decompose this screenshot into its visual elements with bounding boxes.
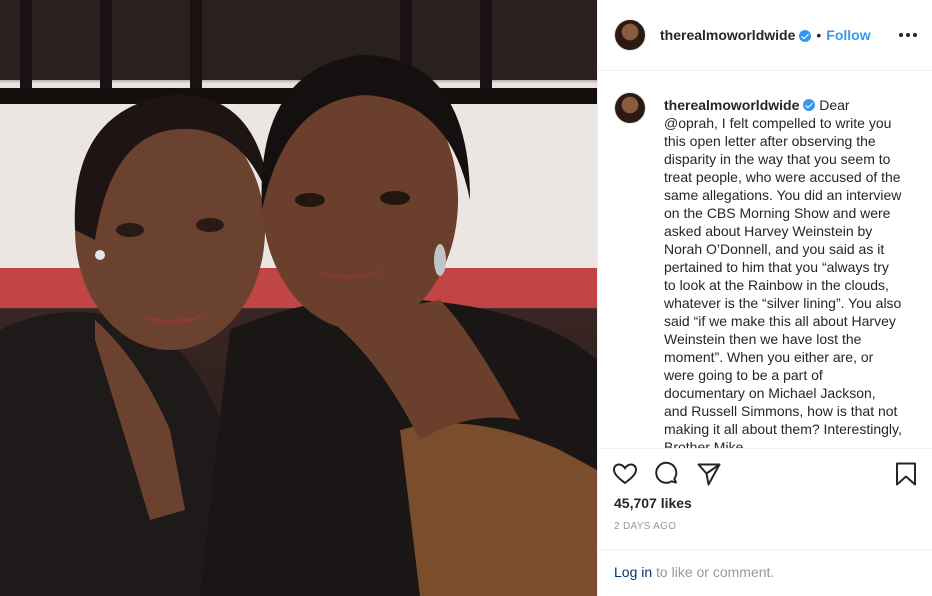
verified-badge-icon <box>799 30 812 42</box>
more-options-icon[interactable] <box>899 26 917 44</box>
separator-dot: • <box>816 27 822 43</box>
avatar[interactable] <box>614 19 646 51</box>
post-photo[interactable] <box>0 0 597 596</box>
more-dot <box>906 33 910 37</box>
heart-icon[interactable] <box>612 461 638 487</box>
bookmark-icon[interactable] <box>893 461 919 487</box>
caption: therealmoworldwide Dear @oprah, I felt c… <box>664 96 902 448</box>
post-actions: 45,707 likes 2 DAYS AGO Log in to like o… <box>598 448 932 596</box>
post-side-panel: therealmoworldwide • Follow therealmowor… <box>597 0 932 596</box>
likes-count[interactable]: 45,707 likes <box>614 495 692 511</box>
post-header: therealmoworldwide • Follow <box>598 0 932 71</box>
caption-username-link[interactable]: therealmoworldwide <box>664 97 799 113</box>
username-link[interactable]: therealmoworldwide <box>660 27 795 43</box>
caption-text: Dear @oprah, I felt compelled to write y… <box>664 97 902 448</box>
comments-section[interactable]: therealmoworldwide Dear @oprah, I felt c… <box>598 72 932 448</box>
login-link[interactable]: Log in <box>614 564 652 580</box>
comment-icon[interactable] <box>654 461 680 487</box>
verified-badge-icon <box>803 99 816 111</box>
action-icons <box>612 461 722 487</box>
post-photo-illustration <box>0 0 597 596</box>
follow-button[interactable]: Follow <box>826 27 870 43</box>
more-dot <box>913 33 917 37</box>
login-prompt: Log in to like or comment. <box>598 549 932 596</box>
post-timestamp[interactable]: 2 DAYS AGO <box>614 521 676 532</box>
share-icon[interactable] <box>696 461 722 487</box>
avatar[interactable] <box>614 92 646 124</box>
more-dot <box>899 33 903 37</box>
login-suffix-text: to like or comment. <box>652 564 775 580</box>
